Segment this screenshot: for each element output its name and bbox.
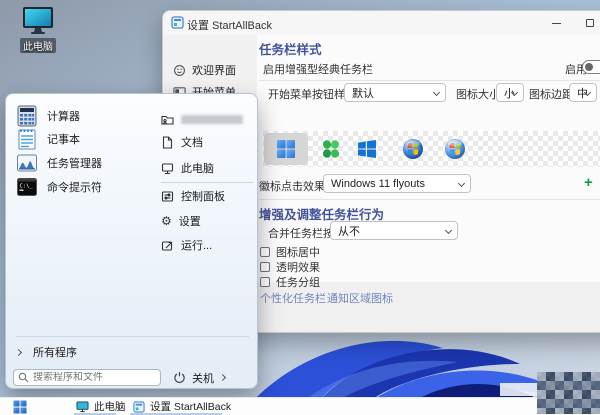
menu-item-label: 运行... — [181, 237, 212, 253]
sidebar-item-welcome[interactable]: 欢迎界面 — [168, 60, 252, 80]
dropdown-value: 从不 — [338, 223, 360, 239]
computer-icon — [161, 162, 174, 175]
settings-content: 任务栏样式 启用增强型经典任务栏 启用 开始菜单按钮样式: 默认 图标大小 小 … — [257, 35, 600, 332]
monitor-icon — [12, 6, 64, 36]
checkbox-icon[interactable] — [260, 247, 270, 257]
app-icon — [133, 401, 145, 413]
checkbox-center-icons[interactable]: 图标居中 — [260, 244, 320, 260]
icon-size-dropdown[interactable]: 小 — [496, 83, 524, 102]
menu-item-label: 此电脑 — [181, 160, 214, 176]
taskbar-button-label: 此电脑 — [94, 399, 126, 414]
task-manager-icon — [16, 152, 38, 174]
menu-item-command-prompt[interactable]: C:\_ 命令提示符 — [16, 175, 151, 199]
flyout-dropdown[interactable]: Windows 11 flyouts — [323, 174, 471, 193]
calculator-icon — [16, 105, 38, 127]
chevron-right-icon — [15, 348, 22, 355]
orb-option-win7-orb[interactable] — [433, 133, 477, 165]
menu-item-label: 文档 — [181, 134, 203, 150]
checkbox-transparency[interactable]: 透明效果 — [260, 259, 320, 275]
menu-item-user-profile[interactable] — [161, 111, 253, 127]
menu-item-label: 控制面板 — [181, 188, 225, 204]
command-prompt-icon: C:\_ — [16, 176, 38, 198]
chevron-down-icon — [433, 89, 440, 96]
shutdown-label: 关机 — [192, 370, 214, 386]
taskbar-button-label: 设置 StartAllBack — [150, 399, 231, 414]
menu-item-label: 记事本 — [47, 131, 80, 147]
smiley-icon — [173, 64, 186, 77]
checkbox-label: 任务分组 — [276, 274, 320, 290]
icon-size-label: 图标大小 — [456, 86, 500, 102]
icon-margin-dropdown[interactable]: 中 — [569, 83, 597, 102]
app-icon — [171, 16, 184, 29]
gear-icon: ⚙ — [161, 215, 172, 227]
menu-item-settings[interactable]: ⚙ 设置 — [161, 213, 253, 229]
all-programs-label: 所有程序 — [33, 344, 77, 360]
menu-item-notepad[interactable]: 记事本 — [16, 127, 151, 151]
redacted-username — [181, 115, 243, 124]
menu-item-this-pc[interactable]: 此电脑 — [161, 160, 253, 176]
desktop: 此电脑 设置 StartAllBack — [0, 0, 600, 415]
menu-item-label: 任务管理器 — [47, 155, 102, 171]
menu-item-documents[interactable]: 文档 — [161, 134, 253, 150]
checkbox-icon[interactable] — [260, 262, 270, 272]
enable-classic-taskbar-label: 启用增强型经典任务栏 — [263, 61, 373, 77]
menu-item-label: 计算器 — [47, 108, 80, 124]
checkbox-label: 图标居中 — [276, 244, 320, 260]
document-icon — [161, 136, 174, 149]
chevron-down-icon — [458, 180, 465, 187]
flyout-label: 徽标点击效果 — [259, 178, 325, 194]
monitor-icon — [76, 401, 89, 413]
chevron-right-icon — [219, 374, 226, 381]
redacted-watermark — [537, 372, 600, 414]
checkbox-label: 透明效果 — [276, 259, 320, 275]
redacted-watermark-light — [500, 383, 538, 396]
menu-item-run[interactable]: 运行... — [161, 237, 253, 253]
window-title: 设置 StartAllBack — [187, 17, 272, 33]
power-icon — [173, 371, 186, 384]
checkbox-task-grouping[interactable]: 任务分组 — [260, 274, 320, 290]
menu-item-calculator[interactable]: 计算器 — [16, 104, 151, 128]
add-flyout-button[interactable]: + — [584, 174, 593, 191]
start-menu: 计算器 记事本 任务管理器 — [5, 93, 258, 389]
menu-divider — [161, 182, 253, 183]
start-button[interactable] — [10, 400, 30, 414]
enable-toggle[interactable] — [582, 60, 600, 74]
desktop-icon-label: 此电脑 — [20, 38, 56, 53]
cmd-text: C:\_ — [20, 184, 34, 190]
search-icon — [18, 372, 29, 383]
combine-buttons-dropdown[interactable]: 从不 — [330, 221, 458, 240]
menu-item-label: 命令提示符 — [47, 179, 102, 195]
search-box[interactable] — [13, 369, 161, 386]
notification-area-icons-link[interactable]: 通知区域图标 — [327, 290, 393, 306]
notepad-icon — [16, 128, 38, 150]
personalize-taskbar-link[interactable]: 个性化任务栏 — [260, 290, 326, 306]
orb-option-vista-orb[interactable] — [391, 133, 435, 165]
shutdown-button[interactable]: 关机 — [173, 369, 225, 386]
sidebar-label: 欢迎界面 — [192, 62, 236, 78]
dropdown-value: 默认 — [352, 85, 374, 101]
user-folder-icon — [161, 113, 174, 126]
checkbox-icon[interactable] — [260, 277, 270, 287]
window-titlebar[interactable]: 设置 StartAllBack — [163, 11, 600, 35]
chevron-down-icon — [445, 227, 452, 234]
run-icon — [161, 239, 174, 252]
start-button-style-dropdown[interactable]: 默认 — [344, 83, 446, 102]
page-title: 任务栏样式 — [259, 39, 322, 58]
menu-item-label: 设置 — [179, 213, 201, 229]
maximize-button[interactable] — [573, 11, 600, 35]
menu-divider — [16, 336, 249, 337]
orb-style-strip — [263, 131, 600, 167]
taskbar: 此电脑 设置 StartAllBack — [0, 397, 600, 415]
icon-margin-label: 图标边距 — [529, 86, 573, 102]
control-panel-icon — [161, 190, 174, 203]
menu-item-control-panel[interactable]: 控制面板 — [161, 188, 253, 204]
orb-option-win10[interactable] — [347, 133, 387, 165]
all-programs-button[interactable]: 所有程序 — [16, 344, 77, 360]
menu-item-task-manager[interactable]: 任务管理器 — [16, 151, 151, 175]
minimize-button[interactable] — [539, 11, 573, 35]
orb-option-win11[interactable] — [264, 133, 308, 165]
desktop-icon-this-pc[interactable]: 此电脑 — [12, 6, 64, 55]
dropdown-value: Windows 11 flyouts — [331, 178, 425, 190]
search-input[interactable] — [33, 372, 165, 383]
